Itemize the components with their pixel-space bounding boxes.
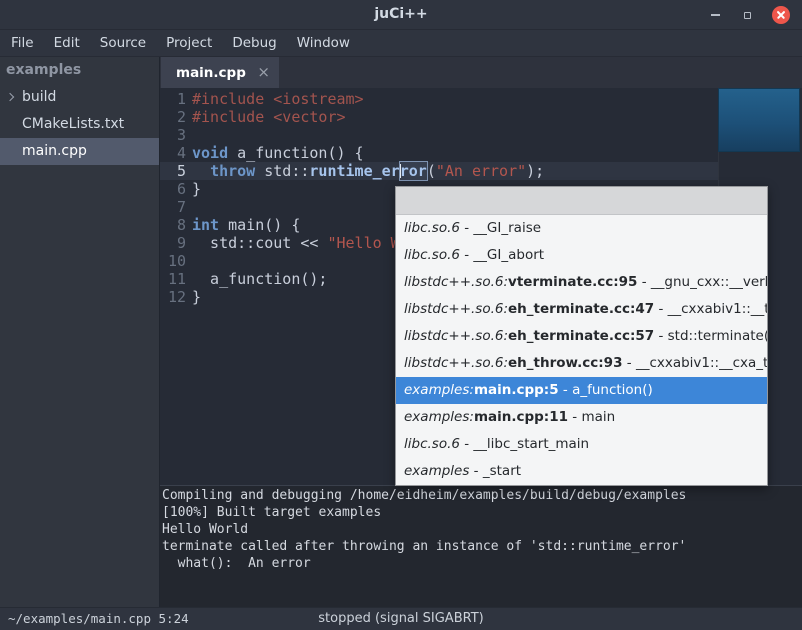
line-number: 3 (160, 126, 186, 144)
code-line-3[interactable]: 3 (160, 126, 802, 144)
menu-project[interactable]: Project (156, 30, 222, 56)
terminal-lines: Compiling and debugging /home/eidheim/ex… (162, 487, 802, 572)
backtrace-item[interactable]: libc.so.6 - __GI_abort (396, 242, 767, 269)
code-text: a_function(); (186, 270, 327, 288)
line-number: 7 (160, 198, 186, 216)
tree-item-cmakelists-txt[interactable]: CMakeLists.txt (0, 111, 159, 138)
code-text: int main() { (186, 216, 300, 234)
project-root-label: examples (0, 57, 159, 84)
tab-main-cpp[interactable]: main.cpp × (161, 57, 279, 88)
menu-file[interactable]: File (1, 30, 44, 56)
tree-item-label: build (22, 89, 56, 105)
backtrace-item[interactable]: libc.so.6 - __GI_raise (396, 215, 767, 242)
tree-item-label: main.cpp (22, 143, 87, 159)
line-number: 1 (160, 90, 186, 108)
code-text (186, 126, 192, 144)
backtrace-item[interactable]: libstdc++.so.6:eh_throw.cc:93 - __cxxabi… (396, 350, 767, 377)
backtrace-item[interactable]: examples:main.cpp:11 - main (396, 404, 767, 431)
line-number: 4 (160, 144, 186, 162)
editor-overlay-rect (718, 88, 800, 152)
line-number: 9 (160, 234, 186, 252)
terminal-line: what(): An error (162, 555, 802, 572)
terminal-line: Hello World (162, 521, 802, 538)
code-text: } (186, 288, 201, 306)
window-controls (708, 0, 790, 30)
tree-item-label: CMakeLists.txt (22, 116, 124, 132)
restore-button[interactable] (740, 8, 754, 22)
code-text: std::cout << "Hello W (186, 234, 400, 252)
terminal-line: terminate called after throwing an insta… (162, 538, 802, 555)
line-number: 8 (160, 216, 186, 234)
menu-source[interactable]: Source (90, 30, 156, 56)
backtrace-item[interactable]: examples - _start (396, 458, 767, 485)
minimize-button[interactable] (708, 8, 722, 22)
line-number: 5 (160, 162, 186, 180)
code-line-5[interactable]: 5 throw std::runtime_error("An error"); (160, 162, 802, 180)
minimize-icon (711, 14, 720, 16)
close-button[interactable] (772, 6, 790, 24)
terminal-line: [100%] Built target examples (162, 504, 802, 521)
restore-icon (744, 12, 751, 19)
menu-edit[interactable]: Edit (44, 30, 90, 56)
line-number: 2 (160, 108, 186, 126)
line-number: 12 (160, 288, 186, 306)
code-line-4[interactable]: 4void a_function() { (160, 144, 802, 162)
tab-label: main.cpp (176, 65, 257, 81)
code-text (186, 198, 192, 216)
backtrace-popup: libc.so.6 - __GI_raiselibc.so.6 - __GI_a… (395, 186, 768, 486)
code-line-2[interactable]: 2#include <vector> (160, 108, 802, 126)
menu-bar: FileEditSourceProjectDebugWindow (0, 30, 802, 57)
backtrace-list: libc.so.6 - __GI_raiselibc.so.6 - __GI_a… (396, 215, 767, 485)
backtrace-item[interactable]: examples:main.cpp:5 - a_function() (396, 377, 767, 404)
app-window: juCi++ FileEditSourceProjectDebugWindow … (0, 0, 802, 630)
file-tree-panel: examples build CMakeLists.txt main.cpp (0, 57, 160, 607)
line-number: 6 (160, 180, 186, 198)
tab-close-icon[interactable]: × (257, 65, 270, 80)
tab-bar: main.cpp × (160, 57, 802, 88)
backtrace-item[interactable]: libc.so.6 - __libc_start_main (396, 431, 767, 458)
menu-window[interactable]: Window (287, 30, 360, 56)
tree-item-build[interactable]: build (0, 84, 159, 111)
status-bar: ~/examples/main.cpp 5:24 stopped (signal… (0, 607, 802, 630)
terminal-panel[interactable]: Compiling and debugging /home/eidheim/ex… (160, 485, 802, 607)
code-text: throw std::runtime_error("An error"); (186, 162, 544, 180)
status-file-position: ~/examples/main.cpp 5:24 (8, 608, 189, 630)
expander-chevron-icon[interactable] (6, 93, 14, 101)
backtrace-item[interactable]: libstdc++.so.6:vterminate.cc:95 - __gnu_… (396, 269, 767, 296)
code-line-1[interactable]: 1#include <iostream> (160, 90, 802, 108)
window-title: juCi++ (0, 0, 802, 29)
line-number: 10 (160, 252, 186, 270)
code-text: #include <vector> (186, 108, 346, 126)
code-text (186, 252, 192, 270)
status-debug-state: stopped (signal SIGABRT) (318, 608, 483, 630)
popup-header (396, 187, 767, 215)
menu-debug[interactable]: Debug (222, 30, 286, 56)
title-bar: juCi++ (0, 0, 802, 30)
line-number: 11 (160, 270, 186, 288)
terminal-line: Compiling and debugging /home/eidheim/ex… (162, 487, 802, 504)
code-text: } (186, 180, 201, 198)
tree-item-main-cpp[interactable]: main.cpp (0, 138, 159, 165)
code-text: #include <iostream> (186, 90, 364, 108)
tree-items: build CMakeLists.txt main.cpp (0, 84, 159, 165)
code-text: void a_function() { (186, 144, 364, 162)
backtrace-item[interactable]: libstdc++.so.6:eh_terminate.cc:47 - __cx… (396, 296, 767, 323)
backtrace-item[interactable]: libstdc++.so.6:eh_terminate.cc:57 - std:… (396, 323, 767, 350)
